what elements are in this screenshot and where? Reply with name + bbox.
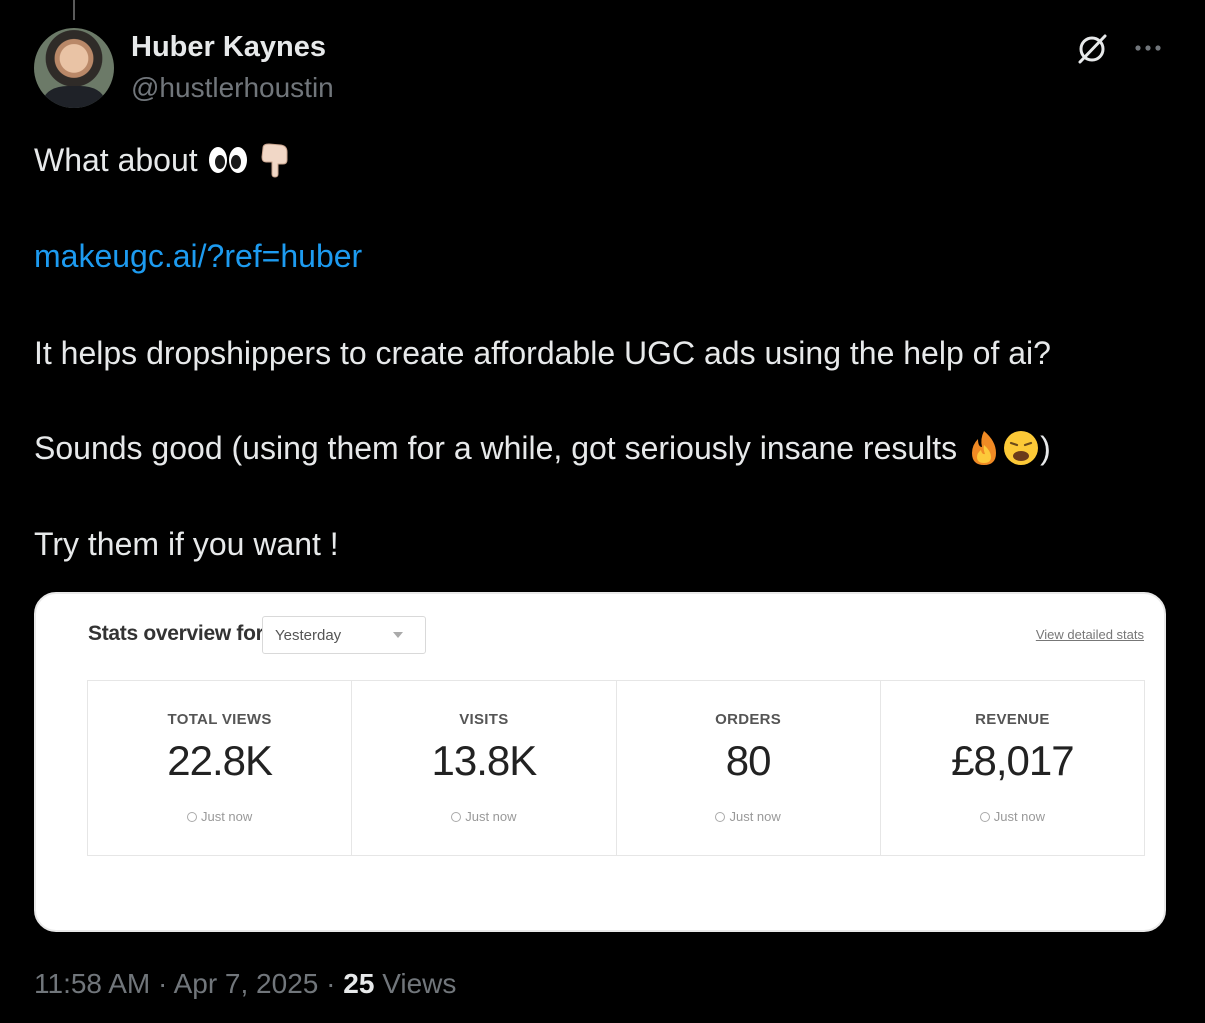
stat-time-text: Just now: [200, 809, 253, 824]
stats-grid: TOTAL VIEWS 22.8K Just now VISITS 13.8K …: [87, 680, 1145, 856]
clock-icon: [979, 812, 990, 822]
tweet-date[interactable]: Apr 7, 2025: [174, 968, 319, 999]
media-card[interactable]: Stats overview for Yesterday View detail…: [34, 592, 1166, 932]
stat-value: 13.8K: [431, 737, 537, 784]
tweet-line-3: It helps dropshippers to create affordab…: [34, 335, 1051, 371]
stat-value: £8,017: [951, 737, 1074, 784]
period-select[interactable]: Yesterday: [262, 616, 426, 654]
stats-title: Stats overview for: [88, 622, 264, 645]
avatar[interactable]: [34, 28, 114, 108]
tweet-line-1-text: What about: [34, 142, 198, 178]
stat-visits: VISITS 13.8K Just now: [352, 681, 617, 855]
fire-emoji: [972, 430, 997, 465]
views-label: Views: [382, 968, 457, 999]
author-name[interactable]: Huber Kaynes: [131, 31, 326, 64]
grok-icon[interactable]: [1075, 32, 1109, 66]
tweet-line-4: Sounds good (using them for a while, got…: [34, 428, 1051, 470]
clock-icon: [451, 812, 462, 822]
stat-revenue: REVENUE £8,017 Just now: [881, 681, 1144, 855]
stat-time-text: Just now: [729, 809, 781, 824]
tweet-link[interactable]: makeugc.ai/?ref=huber: [34, 236, 362, 276]
stat-time: Just now: [617, 809, 880, 824]
author-handle[interactable]: @hustlerhoustin: [131, 72, 334, 104]
separator: ·: [326, 968, 336, 999]
weary-face-emoji: [1004, 430, 1039, 465]
stat-orders: ORDERS 80 Just now: [617, 681, 881, 855]
chevron-down-icon: [393, 632, 403, 638]
stat-label: TOTAL VIEWS: [167, 711, 272, 728]
tweet-meta: 11:58 AM · Apr 7, 2025 · 25 Views: [34, 968, 456, 1000]
tweet-line-5: Try them if you want !: [34, 526, 339, 562]
stat-total-views: TOTAL VIEWS 22.8K Just now: [88, 681, 353, 855]
tweet-line-4-text: Sounds good (using them for a while, got…: [34, 430, 958, 466]
tweet-time[interactable]: 11:58 AM: [34, 968, 150, 999]
stat-time: Just now: [881, 809, 1144, 824]
stat-time-text: Just now: [993, 809, 1046, 824]
views-count: 25: [343, 968, 375, 999]
pointing-down-emoji: [261, 143, 288, 178]
separator: ·: [158, 968, 168, 999]
stat-time: Just now: [88, 809, 351, 824]
stat-value: 22.8K: [167, 737, 273, 784]
stat-label: REVENUE: [975, 711, 1050, 728]
stat-time-text: Just now: [465, 809, 517, 824]
tweet-line-1: What about: [34, 140, 293, 181]
clock-icon: [715, 812, 726, 822]
eyes-emoji: [208, 146, 247, 173]
stat-label: VISITS: [459, 711, 509, 728]
more-icon[interactable]: [1128, 32, 1168, 60]
period-select-value: Yesterday: [275, 627, 342, 644]
stat-value: 80: [725, 737, 772, 784]
stat-time: Just now: [352, 809, 615, 824]
clock-icon: [186, 812, 197, 822]
view-detailed-stats-link[interactable]: View detailed stats: [1036, 627, 1144, 642]
stat-label: ORDERS: [715, 711, 782, 728]
thread-connector-line: [73, 0, 75, 20]
tweet-line-4-close: ): [1040, 430, 1051, 466]
